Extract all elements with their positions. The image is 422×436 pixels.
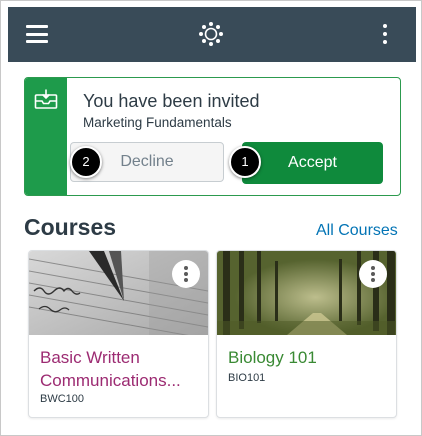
course-name[interactable]: Basic Written Communications...: [40, 346, 181, 392]
course-name-line-1: Basic Written: [40, 348, 140, 367]
top-navigation-bar: [8, 7, 416, 62]
app-screen: You have been invited Marketing Fundamen…: [0, 0, 422, 436]
courses-heading: Courses: [24, 214, 117, 240]
course-name[interactable]: Biology 101: [228, 346, 317, 369]
canvas-logo-icon: [199, 22, 223, 46]
course-code: BIO101: [228, 372, 266, 384]
accept-button[interactable]: Accept: [242, 142, 383, 184]
invitation-icon: [34, 89, 58, 109]
course-code: BWC100: [40, 393, 85, 405]
course-invitation-card: You have been invited Marketing Fundamen…: [24, 77, 401, 196]
course-card-options-icon[interactable]: [172, 260, 200, 288]
course-card-basic-written-communications[interactable]: Basic Written Communications... BWC100: [28, 250, 209, 418]
course-name-line-1: Biology 101: [228, 348, 317, 367]
callout-badge-2: 2: [70, 146, 102, 178]
invitation-accent-stripe: [25, 78, 67, 195]
invitation-course-name: Marketing Fundamentals: [83, 115, 232, 130]
kebab-menu-icon[interactable]: [380, 24, 390, 46]
hamburger-menu-icon[interactable]: [26, 25, 48, 43]
callout-badge-1: 1: [229, 146, 261, 178]
course-name-line-2: Communications...: [40, 371, 181, 390]
course-card-biology-101[interactable]: Biology 101 BIO101: [216, 250, 397, 418]
invitation-title: You have been invited: [83, 91, 260, 111]
course-card-options-icon[interactable]: [359, 260, 387, 288]
all-courses-link[interactable]: All Courses: [316, 222, 398, 240]
